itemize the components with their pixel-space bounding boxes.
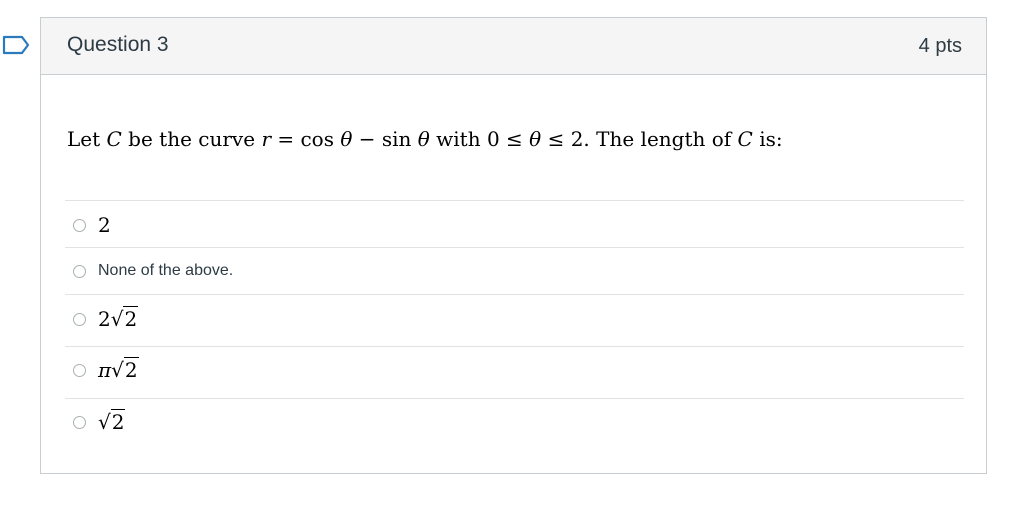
answer-label: 2√2	[98, 306, 139, 331]
radio-button[interactable]	[73, 219, 86, 232]
question-prompt: Let C be the curve r = cos θ − sin θ wit…	[67, 127, 783, 151]
answer-label: √2	[98, 409, 126, 434]
question-points: 4 pts	[918, 35, 962, 57]
radio-button[interactable]	[73, 416, 86, 429]
question-card: Question 3 4 pts Let C be the curve r = …	[40, 17, 987, 474]
answer-option[interactable]: 2√2	[65, 294, 964, 346]
answer-label: 2	[98, 213, 111, 237]
radio-button[interactable]	[73, 313, 86, 326]
answer-option[interactable]: √2	[65, 398, 964, 450]
sqrt-symbol: √2	[98, 409, 126, 434]
radio-button[interactable]	[73, 364, 86, 377]
answer-label: π√2	[98, 357, 139, 382]
sqrt-symbol: √2	[111, 357, 139, 382]
question-header: Question 3 4 pts	[41, 18, 986, 75]
question-title: Question 3	[67, 33, 169, 56]
answer-option[interactable]: None of the above.	[65, 247, 964, 294]
sqrt-symbol: √2	[110, 306, 139, 331]
radio-button[interactable]	[73, 265, 86, 278]
answer-option[interactable]: π√2	[65, 346, 964, 398]
answer-list: 2 None of the above. 2√2 π√2 √2	[65, 200, 964, 450]
answer-option[interactable]: 2	[65, 200, 964, 247]
answer-label: None of the above.	[98, 262, 234, 279]
flag-question-icon[interactable]	[2, 35, 30, 55]
